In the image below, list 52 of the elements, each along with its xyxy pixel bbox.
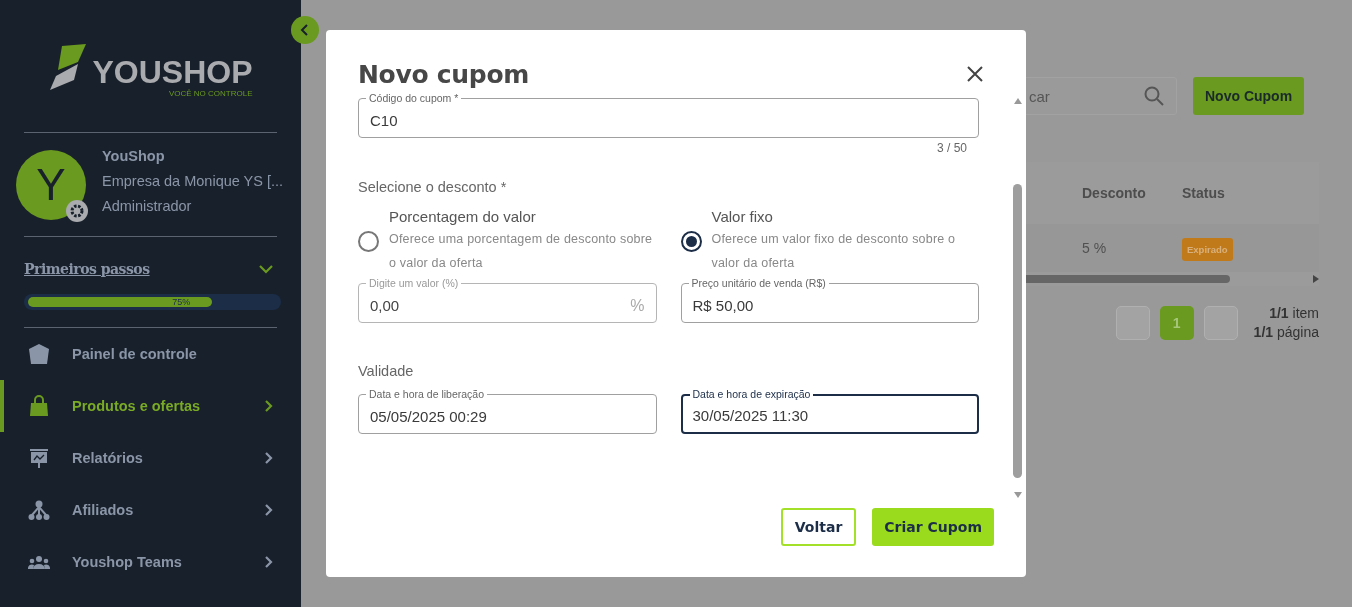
user-role: Administrador [102, 198, 193, 214]
dialog-title: Novo cupom [358, 59, 529, 89]
table-cell: 5 % [1082, 240, 1107, 256]
close-button[interactable] [966, 65, 984, 83]
character-counter: 3 / 50 [935, 141, 968, 155]
option-description: Oferece um valor fixo de desconto sobre o valor da oferta [711, 231, 957, 272]
avatar: Y [16, 150, 86, 220]
create-button[interactable]: Criar Cupom [872, 508, 994, 546]
logo-text: YOUSHOP [92, 56, 253, 88]
input-field[interactable]: Data e hora de expiração 30/05/2025 11:30 [680, 388, 979, 434]
user-name: YouShop [102, 148, 166, 164]
network-icon [28, 499, 50, 521]
status-badge: Expirado [1182, 238, 1233, 261]
input-field[interactable]: Data e hora de liberação 05/05/2025 00:29 [358, 388, 657, 434]
page-scrollbar[interactable] [1352, 0, 1366, 607]
scroll-right-icon [1313, 275, 1319, 283]
scroll-up-icon [1013, 98, 1022, 104]
column-header: Desconto [1082, 185, 1146, 201]
search-icon [1144, 86, 1164, 106]
new-coupon-button[interactable]: Novo Cupom [1193, 77, 1305, 115]
nav-item[interactable]: Afiliados [0, 484, 301, 536]
input-field[interactable]: Preço unitário de venda (R$) R$ 50,00 [680, 277, 979, 323]
item-count: 1/1 item [1268, 304, 1319, 323]
option-title: Valor fixo [711, 207, 774, 227]
back-button[interactable]: Voltar [780, 508, 857, 546]
chevron-left-icon [300, 24, 310, 36]
radio-button[interactable] [358, 230, 379, 252]
onboarding-link[interactable]: Primeiros passos [24, 261, 150, 277]
logo-mark-icon [48, 42, 89, 92]
section-heading: Selecione o desconto * [358, 179, 508, 195]
company-name: Empresa da Monique YS [... [102, 173, 284, 189]
chevron-down-icon [259, 264, 273, 274]
field-suffix: % [630, 297, 645, 315]
scroll-down-icon [1013, 492, 1022, 498]
column-header: Status [1182, 185, 1225, 201]
page-count: 1/1 página [1253, 323, 1319, 342]
shopping-bag-icon [28, 395, 50, 417]
scrollbar-thumb[interactable] [1013, 184, 1022, 478]
settings-icon [66, 200, 88, 222]
close-icon [966, 65, 984, 83]
logo-tagline: VOCÊ NO CONTROLE [168, 89, 253, 98]
radio-button[interactable] [680, 230, 702, 252]
section-heading: Validade [358, 363, 415, 379]
progress-fill: 75% [28, 297, 213, 307]
nav-item[interactable]: Youshop Teams [0, 536, 301, 588]
input-field[interactable]: Código do cupom * C10 [358, 92, 979, 138]
chart-board-icon [28, 447, 50, 469]
option-description: Oferece uma porcentagem de desconto sobre o valor da oferta [389, 231, 654, 272]
nav-item[interactable]: Painel de controle [0, 328, 301, 380]
house-icon [28, 343, 50, 365]
nav-item[interactable]: Relatórios [0, 432, 301, 484]
option-title: Porcentagem do valor [389, 207, 537, 227]
